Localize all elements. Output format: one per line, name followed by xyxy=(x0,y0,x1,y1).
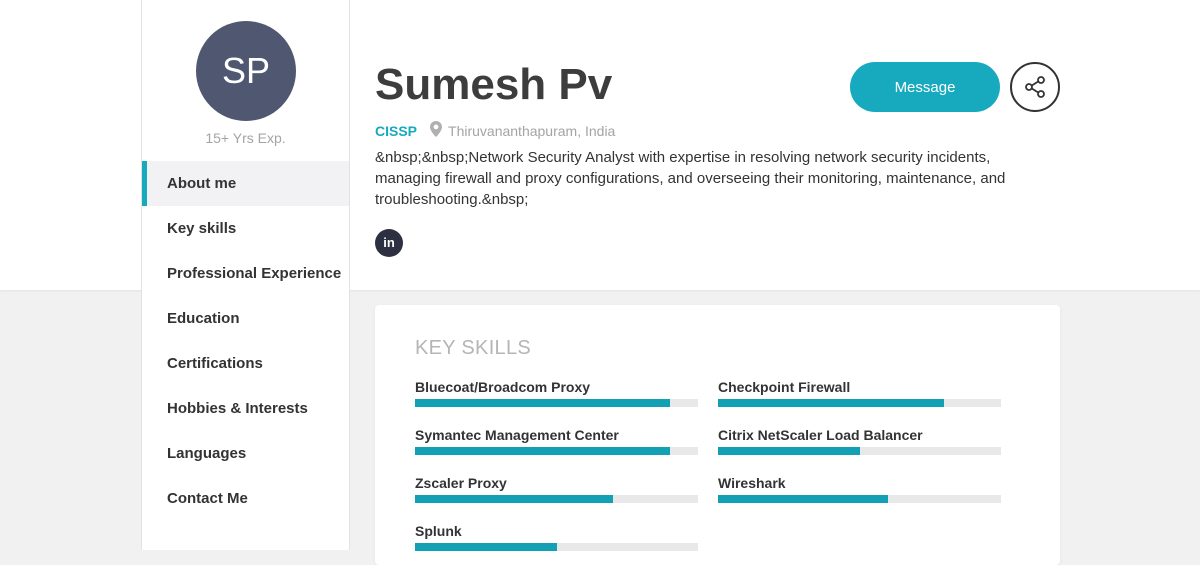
profile-bio: &nbsp;&nbsp;Network Security Analyst wit… xyxy=(375,149,1006,208)
skill-item: Citrix NetScaler Load Balancer xyxy=(718,427,1001,455)
sidebar: SP 15+ Yrs Exp. About me Key skills Prof… xyxy=(141,0,350,550)
skill-bar-fill xyxy=(718,399,945,407)
share-icon xyxy=(1025,76,1045,98)
skill-bar-track xyxy=(718,495,1001,503)
key-skills-card: KEY SKILLS Bluecoat/Broadcom Proxy Check… xyxy=(375,305,1060,565)
avatar: SP xyxy=(196,21,296,121)
sidebar-item-certifications[interactable]: Certifications xyxy=(142,341,349,386)
skill-bar-track xyxy=(718,399,1001,407)
location-pin-icon xyxy=(430,121,443,140)
skill-name: Wireshark xyxy=(718,475,786,491)
skill-name: Splunk xyxy=(415,523,462,539)
skill-item: Zscaler Proxy xyxy=(415,475,698,503)
skill-bar-track xyxy=(415,399,698,407)
profile-name: Sumesh Pv xyxy=(375,60,613,109)
skill-item: Symantec Management Center xyxy=(415,427,698,455)
skill-name: Symantec Management Center xyxy=(415,427,619,443)
skill-bar-track xyxy=(415,447,698,455)
profile-subtitle: CISSP Thiruvananthapuram, India xyxy=(375,121,615,140)
skill-name: Citrix NetScaler Load Balancer xyxy=(718,427,923,443)
sidebar-item-key-skills[interactable]: Key skills xyxy=(142,206,349,251)
skill-name: Zscaler Proxy xyxy=(415,475,507,491)
skill-bar-track xyxy=(718,447,1001,455)
skill-bar-fill xyxy=(415,447,670,455)
sidebar-item-professional-experience[interactable]: Professional Experience xyxy=(142,251,349,296)
key-skills-title: KEY SKILLS xyxy=(415,337,532,359)
linkedin-icon[interactable]: in xyxy=(375,229,403,257)
share-button[interactable] xyxy=(1010,62,1060,112)
skill-bar-fill xyxy=(718,495,888,503)
skill-item: Wireshark xyxy=(718,475,1001,503)
skill-bar-fill xyxy=(415,495,614,503)
sidebar-item-contact-me[interactable]: Contact Me xyxy=(142,476,349,521)
sidebar-nav: About me Key skills Professional Experie… xyxy=(142,161,349,521)
location-text: Thiruvananthapuram, India xyxy=(448,122,616,139)
certification-badge: CISSP xyxy=(375,122,418,139)
skill-item: Checkpoint Firewall xyxy=(718,379,1001,407)
experience-label: 15+ Yrs Exp. xyxy=(205,130,286,146)
sidebar-item-about-me[interactable]: About me xyxy=(142,161,349,206)
skill-bar-track xyxy=(415,495,698,503)
skill-bar-fill xyxy=(718,447,860,455)
skill-item: Bluecoat/Broadcom Proxy xyxy=(415,379,698,407)
sidebar-item-education[interactable]: Education xyxy=(142,296,349,341)
skill-item: Splunk xyxy=(415,523,698,551)
skill-bar-fill xyxy=(415,399,670,407)
sidebar-item-languages[interactable]: Languages xyxy=(142,431,349,476)
skill-name: Checkpoint Firewall xyxy=(718,379,851,395)
sidebar-item-hobbies[interactable]: Hobbies & Interests xyxy=(142,386,349,431)
message-button[interactable]: Message xyxy=(850,62,1000,112)
skill-name: Bluecoat/Broadcom Proxy xyxy=(415,379,591,395)
